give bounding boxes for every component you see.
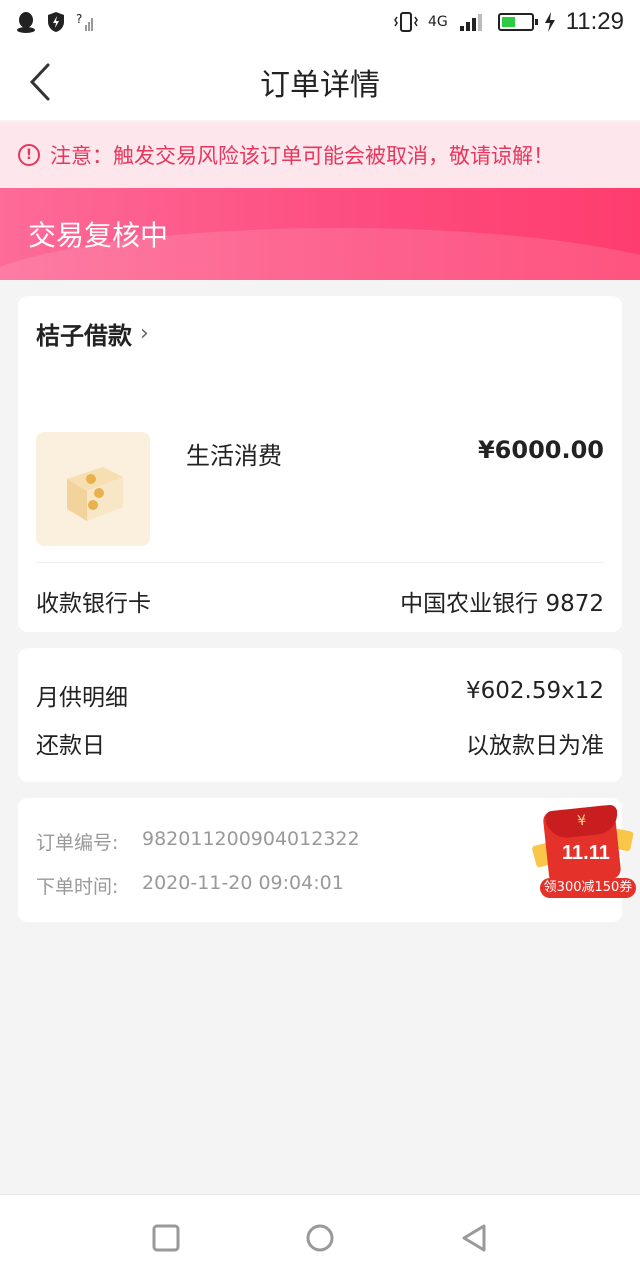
triangle-back-icon: [462, 1224, 486, 1251]
divider: [36, 562, 604, 563]
product-name: 生活消费: [186, 442, 282, 470]
page-title: 订单详情: [260, 68, 380, 103]
signal-icon: [459, 14, 482, 31]
status-bar: ? 4G 11:29: [0, 0, 640, 44]
due-date-label: 还款日: [36, 733, 105, 759]
risk-notice: ! 注意：触发交易风险该订单可能会被取消，敬请谅解！: [0, 122, 640, 188]
order-number-label: 订单编号:: [36, 832, 119, 854]
monthly-value: ¥602.59x12: [466, 678, 604, 704]
back-button[interactable]: [18, 60, 62, 104]
home-button[interactable]: [298, 1216, 342, 1260]
battery-level: [501, 17, 515, 27]
system-navigation-bar: [0, 1194, 640, 1280]
battery-icon: [497, 13, 538, 31]
circle-icon: [306, 1224, 334, 1251]
charging-icon: [544, 12, 555, 32]
no-signal-icon: ?: [76, 12, 93, 31]
nav-bar: 订单详情: [0, 44, 640, 120]
loan-amount: ¥6000.00: [477, 436, 604, 464]
notice-text: 注意：触发交易风险该订单可能会被取消，敬请谅解！: [50, 144, 554, 168]
promo-label: 领300减150券: [540, 878, 636, 898]
coin-box-icon: [67, 467, 123, 521]
lender-link[interactable]: 桔子借款 ›: [36, 316, 149, 351]
chevron-left-icon: [29, 63, 50, 101]
order-number-value: 982011200904012322: [142, 828, 360, 850]
lender-name: 桔子借款: [36, 322, 132, 350]
status-bar-left: ?: [16, 11, 96, 33]
svg-text:?: ?: [76, 12, 82, 26]
promo-badge-text: 11.11: [562, 842, 610, 864]
order-card: 桔子借款 › 生活消费 ¥6000.00 收款银行卡 中国农业银行 9872: [18, 296, 622, 632]
recent-apps-button[interactable]: [144, 1216, 188, 1260]
chevron-right-icon: ›: [140, 321, 149, 346]
promo-coupon-badge[interactable]: ¥ 11.11 领300减150券: [531, 800, 636, 904]
square-icon: [152, 1224, 180, 1251]
back-nav-button[interactable]: [452, 1216, 496, 1260]
status-time: 11:29: [565, 8, 624, 35]
bank-card-value: 中国农业银行 9872: [400, 591, 604, 617]
alert-icon: !: [18, 144, 40, 166]
order-time-value: 2020-11-20 09:04:01: [142, 872, 344, 894]
product-image: [36, 432, 150, 546]
vibrate-icon: [394, 12, 418, 32]
repayment-card: 月供明细 ¥602.59x12 还款日 以放款日为准: [18, 648, 622, 782]
qq-icon: [17, 12, 35, 33]
network-4g-icon: 4G: [427, 14, 448, 30]
order-status: 交易复核中: [28, 219, 169, 252]
due-date-value: 以放款日为准: [466, 733, 604, 759]
bank-card-label: 收款银行卡: [36, 591, 151, 617]
order-time-label: 下单时间:: [36, 876, 119, 898]
status-banner: 交易复核中: [0, 188, 640, 280]
status-bar-right: 4G 11:29: [394, 8, 624, 36]
shield-icon: [48, 12, 64, 32]
monthly-label: 月供明细: [36, 685, 128, 711]
